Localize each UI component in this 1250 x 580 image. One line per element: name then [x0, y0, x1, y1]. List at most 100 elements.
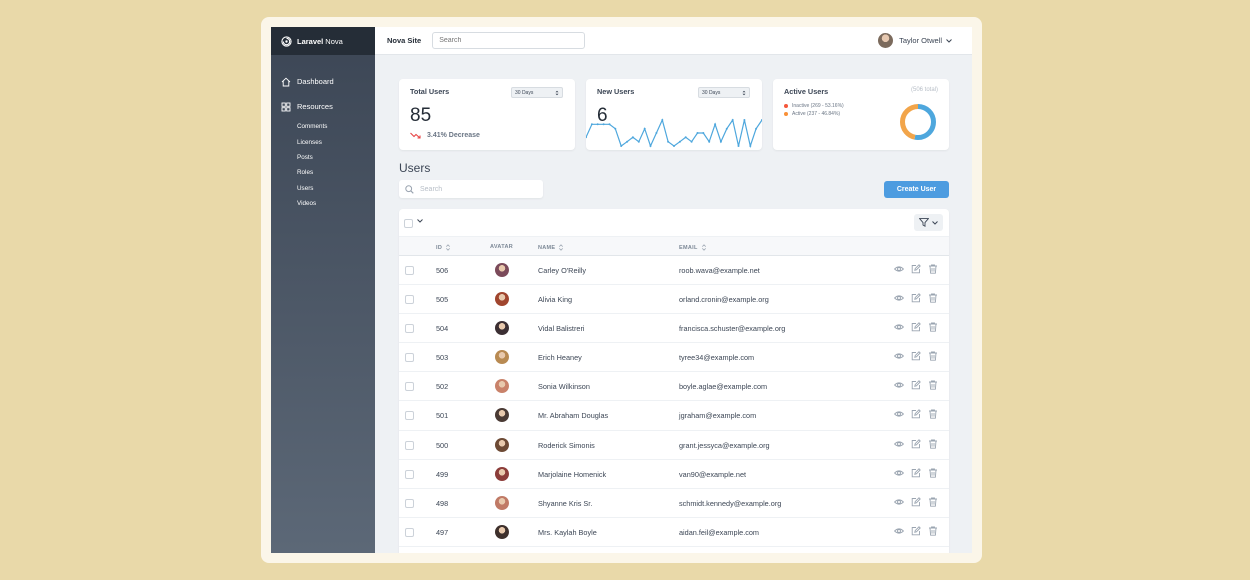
users-table: ID AVATAR NAME EMAIL 506 Carley O'Reilly… — [399, 209, 949, 553]
table-toolbar — [399, 209, 949, 237]
table-row[interactable]: 502 Sonia Wilkinson boyle.aglae@example.… — [399, 372, 949, 402]
trash-icon[interactable] — [928, 439, 938, 449]
edit-icon[interactable] — [911, 438, 921, 449]
sparkline-path — [586, 118, 762, 149]
sidebar-item-resources[interactable]: Resources — [271, 94, 375, 119]
trash-icon[interactable] — [928, 526, 938, 536]
sidebar-item-posts[interactable]: Posts — [297, 150, 375, 165]
row-checkbox[interactable] — [405, 498, 414, 508]
sparkline-point — [626, 140, 629, 143]
sort-icon — [446, 244, 451, 251]
chevron-down-icon[interactable] — [417, 219, 423, 223]
sparkline-point — [731, 119, 734, 121]
trash-icon[interactable] — [928, 497, 938, 507]
create-user-button[interactable]: Create User — [884, 181, 949, 198]
range-select[interactable]: 30 Days — [511, 87, 563, 98]
sparkline-point — [602, 123, 605, 126]
sidebar-item-comments[interactable]: Comments — [297, 119, 375, 134]
eye-icon[interactable] — [894, 351, 904, 361]
column-id[interactable]: ID — [436, 244, 451, 251]
eye-icon[interactable] — [894, 380, 904, 390]
column-label: ID — [436, 244, 443, 251]
column-avatar: AVATAR — [490, 244, 513, 250]
row-name: Erich Heaney — [538, 353, 582, 363]
active-users-donut — [900, 104, 936, 140]
sparkline-point — [737, 145, 740, 147]
sidebar-item-licenses[interactable]: Licenses — [297, 134, 375, 149]
sidebar-item-users[interactable]: Users — [297, 181, 375, 196]
trash-icon[interactable] — [928, 380, 938, 391]
site-name[interactable]: Nova Site — [387, 36, 421, 45]
brand[interactable]: Laravel Nova — [271, 27, 375, 55]
edit-icon[interactable] — [911, 526, 921, 536]
edit-icon[interactable] — [911, 264, 921, 274]
row-id: 498 — [436, 498, 449, 508]
edit-icon[interactable] — [911, 496, 921, 507]
trash-icon[interactable] — [928, 351, 938, 361]
row-checkbox[interactable] — [405, 440, 414, 450]
row-email: aidan.feil@example.com — [679, 527, 760, 537]
table-row[interactable]: 499 Marjolaine Homenick van90@example.ne… — [399, 460, 949, 489]
eye-icon[interactable] — [894, 468, 904, 478]
trash-icon[interactable] — [928, 264, 938, 274]
row-actions — [894, 438, 938, 449]
edit-icon[interactable] — [911, 467, 921, 478]
table-row[interactable]: 503 Erich Heaney tyree34@example.com — [399, 343, 949, 373]
edit-icon[interactable] — [911, 380, 921, 390]
eye-icon[interactable] — [894, 497, 904, 507]
eye-icon[interactable] — [894, 526, 904, 536]
table-row[interactable]: 505 Alivia King orland.cronin@example.or… — [399, 285, 949, 315]
table-row[interactable]: 504 Vidal Balistreri francisca.schuster@… — [399, 314, 949, 344]
row-email: jgraham@example.com — [679, 411, 757, 421]
table-row[interactable]: 497 Mrs. Kaylah Boyle aidan.feil@example… — [399, 518, 949, 547]
table-row[interactable]: 500 Roderick Simonis grant.jessyca@examp… — [399, 431, 949, 460]
filter-icon — [919, 218, 929, 227]
row-name: Mrs. Kaylah Boyle — [538, 527, 597, 537]
avatar — [495, 495, 509, 510]
row-checkbox[interactable] — [405, 295, 414, 305]
row-checkbox[interactable] — [405, 353, 414, 363]
table-row[interactable]: 501 Mr. Abraham Douglas jgraham@example.… — [399, 401, 949, 431]
user-menu[interactable]: Taylor Otwell — [878, 33, 952, 48]
edit-icon[interactable] — [911, 409, 921, 419]
select-all-checkbox[interactable] — [404, 219, 413, 228]
filter-button[interactable] — [914, 214, 943, 231]
sparkline-point — [643, 127, 646, 130]
row-actions — [894, 496, 938, 507]
row-checkbox[interactable] — [405, 382, 414, 392]
trash-icon[interactable] — [928, 468, 938, 478]
sort-icon — [701, 244, 706, 251]
eye-icon[interactable] — [894, 264, 904, 274]
table-row[interactable]: 506 Carley O'Reilly roob.wava@example.ne… — [399, 256, 949, 286]
eye-icon[interactable] — [894, 293, 904, 303]
resource-search-input[interactable]: Search — [399, 180, 543, 198]
sparkline-point — [637, 140, 640, 143]
edit-icon[interactable] — [911, 293, 921, 303]
row-name: Marjolaine Homenick — [538, 469, 607, 479]
trash-icon[interactable] — [928, 293, 938, 303]
table-row[interactable]: 498 Shyanne Kris Sr. schmidt.kennedy@exa… — [399, 489, 949, 518]
edit-icon[interactable] — [911, 351, 921, 361]
row-checkbox[interactable] — [405, 411, 414, 421]
column-name[interactable]: NAME — [538, 244, 564, 251]
eye-icon[interactable] — [894, 439, 904, 449]
row-actions — [894, 351, 938, 361]
sidebar-item-label: Dashboard — [297, 77, 334, 86]
trash-icon[interactable] — [928, 409, 938, 420]
row-checkbox[interactable] — [405, 266, 414, 275]
row-checkbox[interactable] — [405, 527, 414, 537]
eye-icon[interactable] — [894, 409, 904, 419]
row-name: Shyanne Kris Sr. — [538, 498, 593, 508]
row-checkbox[interactable] — [405, 324, 414, 334]
row-checkbox[interactable] — [405, 469, 414, 479]
edit-icon[interactable] — [911, 322, 921, 332]
row-email: francisca.schuster@example.org — [679, 324, 786, 334]
sidebar-item-roles[interactable]: Roles — [297, 165, 375, 180]
range-select[interactable]: 30 Days — [698, 87, 750, 98]
sidebar-item-dashboard[interactable]: Dashboard — [271, 69, 375, 94]
eye-icon[interactable] — [894, 322, 904, 332]
trash-icon[interactable] — [928, 322, 938, 332]
column-email[interactable]: EMAIL — [679, 244, 706, 251]
sidebar-item-videos[interactable]: Videos — [297, 196, 375, 211]
global-search-input[interactable] — [432, 32, 586, 49]
